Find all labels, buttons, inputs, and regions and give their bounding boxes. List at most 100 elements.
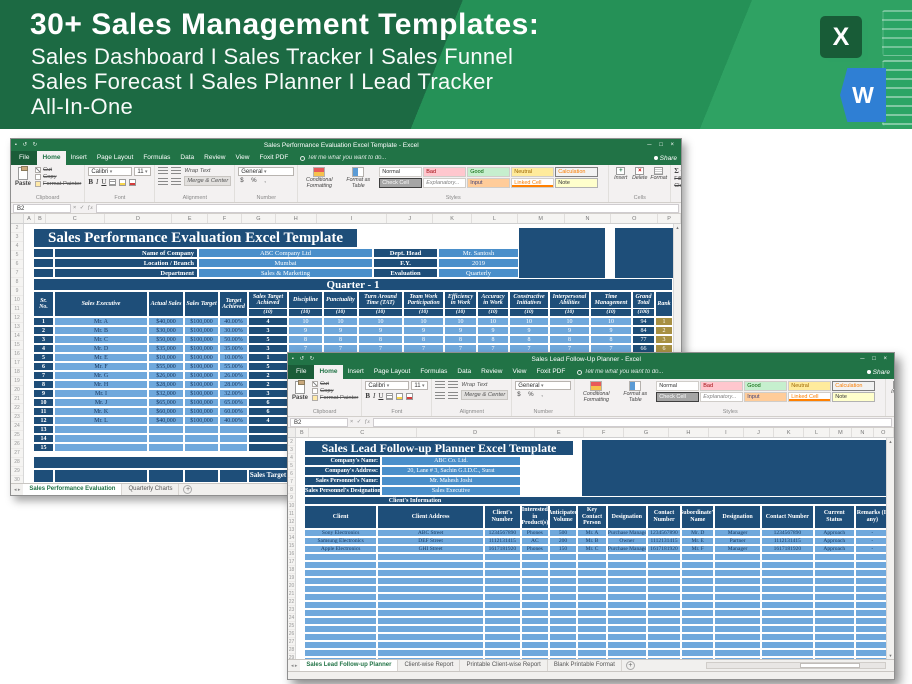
format-painter-button[interactable]: Format Painter [35, 181, 81, 187]
row-number[interactable] [11, 341, 23, 350]
sheet-tab[interactable]: Quarterly Charts [122, 484, 179, 495]
cell[interactable] [377, 593, 484, 601]
cell[interactable] [814, 585, 855, 593]
cell[interactable]: Mr. C [577, 545, 607, 553]
cell[interactable]: 1112131415 [761, 537, 814, 545]
cell[interactable] [549, 609, 577, 617]
cell[interactable] [304, 633, 377, 641]
cell[interactable] [761, 601, 814, 609]
cell[interactable] [184, 434, 219, 443]
cell[interactable] [521, 609, 549, 617]
align-top-icon[interactable] [435, 381, 445, 388]
vertical-scrollbar[interactable]: ▲▼ [886, 438, 894, 659]
cell[interactable]: $100,000 [184, 380, 219, 389]
column-letter[interactable]: M [518, 214, 565, 223]
cell-style-chip[interactable]: Check Cell [656, 392, 699, 402]
header-cell[interactable]: Turn Around Time (TAT)(10) [358, 291, 403, 317]
cell[interactable] [484, 617, 521, 625]
cell[interactable] [304, 561, 377, 569]
cell[interactable]: Manager [714, 529, 761, 537]
cell[interactable]: 1234567890 [484, 529, 521, 537]
cell[interactable] [647, 585, 682, 593]
bold-button[interactable]: B [88, 178, 93, 186]
cell[interactable]: Apple Electronics [304, 545, 377, 553]
cell-style-chip[interactable]: Linked Cell [511, 178, 554, 188]
cell[interactable]: 3 [33, 335, 54, 344]
cell[interactable] [607, 649, 647, 657]
cell[interactable]: $10,000 [148, 353, 184, 362]
cell-style-chip[interactable]: Calculation [555, 167, 598, 177]
cell[interactable]: 28.00% [219, 380, 248, 389]
cell[interactable]: Manager [714, 545, 761, 553]
cell[interactable] [855, 649, 890, 657]
cell[interactable] [714, 617, 761, 625]
cell[interactable] [521, 553, 549, 561]
cell[interactable] [714, 577, 761, 585]
align-center-icon[interactable] [171, 178, 181, 185]
format-cells-button[interactable]: Format [650, 167, 667, 181]
cell[interactable]: $60,000 [148, 407, 184, 416]
row-number[interactable] [288, 630, 295, 638]
info-label[interactable]: Dept. Head [373, 248, 438, 258]
cell[interactable] [304, 601, 377, 609]
cell[interactable] [681, 625, 714, 633]
cell[interactable] [577, 593, 607, 601]
cell[interactable] [814, 593, 855, 601]
info-value[interactable]: Sales & Marketing [198, 268, 373, 278]
cell[interactable]: 8 [33, 380, 54, 389]
info-label[interactable]: Name of Company [54, 248, 198, 258]
cell[interactable] [647, 609, 682, 617]
cell[interactable] [681, 601, 714, 609]
underline-button[interactable]: U [378, 392, 383, 400]
cell[interactable]: 150 [549, 545, 577, 553]
tab-foxit-pdf[interactable]: Foxit PDF [254, 151, 293, 165]
column-letter[interactable]: G [624, 428, 669, 437]
cell[interactable] [647, 633, 682, 641]
cell[interactable]: 8 [323, 335, 358, 344]
scrollbar-thumb[interactable] [800, 663, 861, 668]
borders-button[interactable] [109, 179, 116, 186]
cell[interactable] [761, 593, 814, 601]
cell[interactable] [549, 553, 577, 561]
cell[interactable] [484, 577, 521, 585]
cell-style-chip[interactable]: Note [832, 392, 875, 402]
cell[interactable]: 1 [248, 353, 288, 362]
column-letter[interactable]: K [774, 428, 804, 437]
header-cell[interactable]: Target Achieved [219, 291, 248, 317]
cell[interactable] [855, 553, 890, 561]
cell[interactable] [714, 553, 761, 561]
align-center-icon[interactable] [448, 392, 458, 399]
cell[interactable] [54, 443, 148, 452]
cell[interactable] [577, 561, 607, 569]
cell[interactable] [761, 625, 814, 633]
cell[interactable]: 35.00% [219, 344, 248, 353]
tab-insert[interactable]: Insert [66, 151, 92, 165]
cell[interactable] [761, 569, 814, 577]
tab-insert[interactable]: Insert [343, 365, 369, 379]
row-number[interactable] [288, 606, 295, 614]
cell[interactable] [549, 569, 577, 577]
format-painter-button[interactable]: Format Painter [312, 395, 358, 401]
align-top-icon[interactable] [158, 167, 168, 174]
column-letter[interactable]: D [417, 428, 535, 437]
cut-button[interactable]: Cut [312, 381, 358, 387]
cell[interactable] [219, 443, 248, 452]
cell[interactable]: $100,000 [184, 317, 219, 326]
cell[interactable] [761, 577, 814, 585]
cell[interactable]: 11 [33, 407, 54, 416]
cell[interactable] [681, 609, 714, 617]
row-number[interactable] [288, 510, 295, 518]
horizontal-scrollbar[interactable] [706, 662, 886, 669]
cut-button[interactable]: Cut [35, 167, 81, 173]
conditional-formatting-button[interactable]: Conditional Formatting [578, 381, 614, 404]
cell[interactable] [184, 443, 219, 452]
cell[interactable]: Owner [607, 537, 647, 545]
cell[interactable] [377, 601, 484, 609]
cell[interactable]: 9 [403, 326, 444, 335]
column-letter[interactable]: I [709, 428, 744, 437]
cell[interactable]: 3 [655, 335, 673, 344]
cell[interactable] [304, 577, 377, 585]
row-number[interactable] [11, 440, 23, 449]
row-number[interactable] [288, 614, 295, 622]
cell[interactable]: Mr. A [577, 529, 607, 537]
